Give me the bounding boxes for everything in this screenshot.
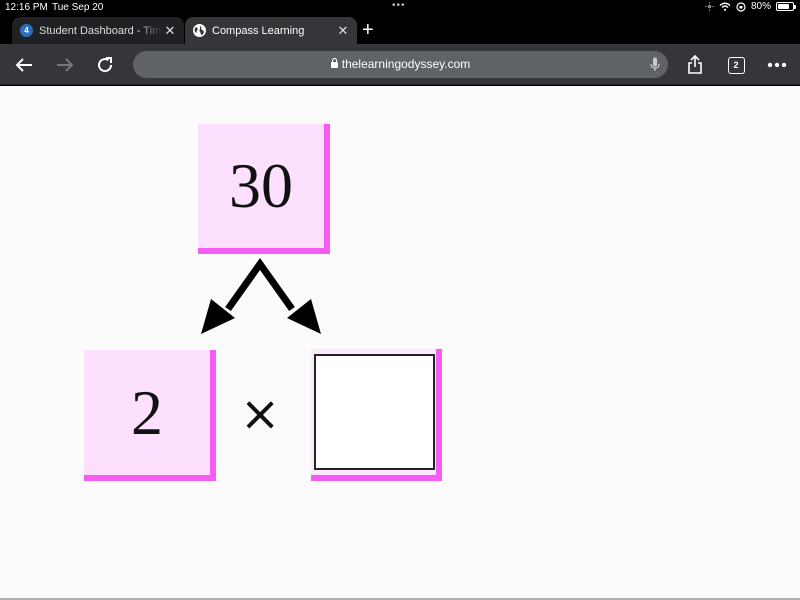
browser-toolbar: thelearningodyssey.com 2: [0, 44, 800, 85]
factor-tree-arrows-icon: [201, 257, 321, 334]
forward-arrow-icon: [57, 58, 74, 72]
share-button[interactable]: [682, 52, 708, 78]
globe-icon: [193, 24, 206, 37]
close-tab-icon[interactable]: ✕: [335, 23, 351, 39]
back-button[interactable]: [11, 52, 37, 78]
forward-button[interactable]: [52, 52, 78, 78]
status-time: 12:16 PM: [5, 2, 48, 13]
tab-compass-learning[interactable]: Compass Learning ✕: [185, 17, 357, 44]
orientation-lock-icon: [736, 1, 746, 12]
wifi-icon: [719, 2, 731, 11]
battery-percent: 80%: [750, 1, 771, 12]
tab-count: 2: [727, 56, 745, 74]
status-bar: 12:16 PM Tue Sep 20 ••• 80%: [0, 0, 800, 15]
student-dashboard-favicon-icon: 4: [20, 24, 33, 37]
close-tab-icon[interactable]: ✕: [162, 23, 178, 39]
battery-icon: [776, 2, 796, 11]
tab-student-dashboard[interactable]: 4 Student Dashboard - Tim ✕: [12, 17, 184, 44]
new-tab-button[interactable]: +: [362, 18, 374, 42]
known-factor-box: 2: [84, 350, 216, 481]
back-arrow-icon: [15, 58, 32, 72]
microphone-icon[interactable]: [650, 57, 660, 72]
tab-title: Compass Learning: [212, 24, 305, 37]
product-number: 30: [229, 150, 293, 221]
more-dots-icon: [767, 62, 787, 68]
moon-icon: [704, 2, 714, 11]
answer-input[interactable]: [314, 354, 435, 470]
missing-factor-box: [311, 349, 442, 481]
product-box: 30: [198, 124, 330, 254]
tab-title: Student Dashboard - Tim: [39, 24, 162, 37]
address-bar[interactable]: thelearningodyssey.com: [133, 51, 668, 78]
known-factor-number: 2: [131, 376, 163, 448]
status-date: Tue Sep 20: [52, 2, 104, 13]
tab-switcher-button[interactable]: 2: [723, 52, 749, 78]
reload-icon: [98, 57, 113, 73]
reload-button[interactable]: [92, 52, 118, 78]
share-icon: [688, 55, 702, 74]
url-text: thelearningodyssey.com: [341, 57, 471, 71]
more-menu-button[interactable]: [764, 52, 790, 78]
multiply-sign: ×: [240, 386, 281, 442]
page-content: 30 2 ×: [0, 86, 800, 598]
battery-fill: [778, 4, 790, 9]
lock-icon: [330, 58, 338, 68]
tab-strip: 4 Student Dashboard - Tim ✕ Compass Lear…: [0, 15, 800, 44]
multitasking-dots-icon[interactable]: •••: [392, 0, 406, 11]
